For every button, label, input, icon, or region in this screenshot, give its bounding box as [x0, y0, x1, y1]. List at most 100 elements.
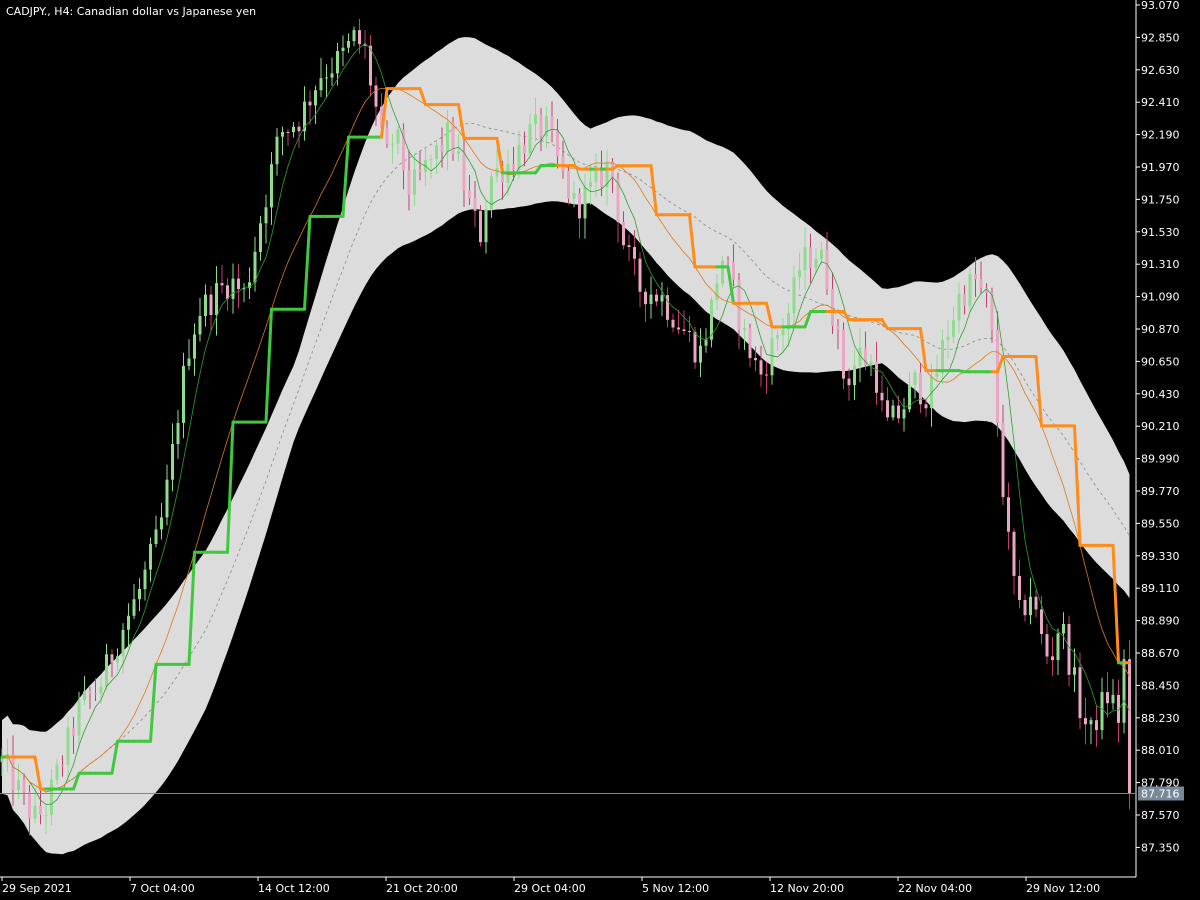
candle-body — [99, 686, 103, 694]
y-tick-label: 91.530 — [1141, 226, 1180, 239]
candle-body — [946, 336, 950, 340]
candle-body — [110, 654, 114, 663]
candle-body — [572, 192, 576, 199]
candle-body — [660, 295, 664, 302]
candle-body — [638, 258, 642, 292]
candle-body — [748, 328, 752, 359]
candle-body — [468, 190, 471, 199]
candle-body — [754, 358, 757, 361]
y-tick-label: 92.630 — [1141, 64, 1180, 77]
chart-title: CADJPY., H4: Canadian dollar vs Japanese… — [6, 5, 256, 18]
candle-body — [913, 372, 917, 385]
candle-body — [627, 245, 631, 247]
candle-body — [1062, 624, 1065, 634]
candle-body — [1100, 692, 1104, 730]
candle-body — [809, 247, 812, 268]
candle-body — [534, 114, 537, 125]
candle-body — [44, 814, 48, 816]
x-tick-label: 12 Nov 20:00 — [770, 882, 844, 895]
candle-body — [253, 251, 257, 283]
candle-body — [622, 222, 625, 246]
x-tick-label: 5 Nov 12:00 — [642, 882, 709, 895]
candle-body — [974, 274, 977, 280]
candle-body — [105, 654, 108, 687]
candle-body — [715, 283, 719, 300]
candle-body — [143, 569, 147, 589]
candle-body — [484, 209, 488, 243]
x-tick-label: 7 Oct 04:00 — [130, 882, 195, 895]
candle-body — [847, 378, 851, 386]
candle-body — [28, 791, 31, 819]
candle-body — [17, 779, 20, 791]
candle-body — [160, 517, 163, 530]
candle-body — [770, 338, 774, 376]
candle-body — [270, 164, 273, 208]
candle-body — [1111, 694, 1115, 704]
candle-body — [649, 294, 653, 305]
candle-body — [842, 329, 845, 379]
candle-body — [765, 374, 768, 376]
candle-body — [22, 779, 26, 792]
candle-body — [1045, 634, 1049, 657]
candle-body — [671, 319, 675, 328]
candle-body — [116, 656, 119, 663]
candle-body — [655, 294, 658, 302]
candle-body — [517, 144, 521, 170]
candle-body — [11, 754, 15, 791]
candle-body — [644, 291, 647, 305]
candle — [1128, 640, 1131, 810]
candle-body — [358, 30, 361, 45]
candle-body — [165, 479, 169, 518]
y-tick-label: 87.350 — [1141, 841, 1180, 854]
candle-body — [853, 365, 856, 386]
candle-body — [1073, 667, 1076, 675]
candle-body — [182, 365, 185, 423]
candle-body — [1089, 720, 1093, 725]
candle-body — [589, 181, 592, 188]
candle-body — [66, 727, 70, 765]
candle — [996, 311, 999, 437]
candle-body — [941, 340, 944, 374]
y-tick-label: 93.070 — [1141, 0, 1180, 12]
candle-body — [693, 331, 697, 363]
candle-body — [132, 599, 136, 616]
candle-body — [341, 47, 345, 51]
candle-body — [319, 78, 323, 91]
candle-body — [220, 283, 224, 286]
candle-body — [314, 90, 317, 106]
candle-body — [836, 325, 840, 330]
y-tick-label: 91.310 — [1141, 258, 1180, 271]
candle-body — [963, 293, 966, 306]
candle-body — [539, 114, 543, 137]
candle-body — [61, 764, 64, 766]
y-tick-label: 89.770 — [1141, 485, 1180, 498]
candle-body — [176, 423, 180, 444]
price-chart[interactable]: 93.070 92.850 92.630 92.410 92.190 91.970 91.7… — [0, 0, 1200, 900]
candle-body — [396, 129, 400, 144]
candle-body — [814, 259, 818, 268]
candle-body — [759, 360, 763, 375]
candle-body — [1012, 531, 1016, 576]
candle-body — [891, 405, 895, 418]
current-price-label: 87.716 — [1141, 787, 1180, 800]
candle-body — [402, 129, 405, 171]
candle-body — [347, 41, 350, 48]
x-tick-label: 22 Nov 04:00 — [898, 882, 972, 895]
candle-body — [1029, 596, 1032, 616]
y-tick-label: 90.650 — [1141, 355, 1180, 368]
y-tick-label: 92.850 — [1141, 31, 1180, 44]
candle-body — [435, 145, 438, 160]
candle-body — [688, 331, 691, 332]
candle-body — [352, 30, 356, 41]
candle-body — [825, 249, 829, 290]
candle-body — [72, 727, 75, 736]
x-tick-label: 14 Oct 12:00 — [258, 882, 330, 895]
candle — [479, 205, 482, 247]
candle-body — [440, 145, 444, 152]
candle-body — [996, 329, 999, 423]
y-tick-label: 88.010 — [1141, 744, 1180, 757]
y-tick-label: 87.570 — [1141, 809, 1180, 822]
x-tick-label: 29 Oct 04:00 — [514, 882, 586, 895]
candle-body — [583, 187, 587, 219]
candle-body — [880, 392, 884, 401]
